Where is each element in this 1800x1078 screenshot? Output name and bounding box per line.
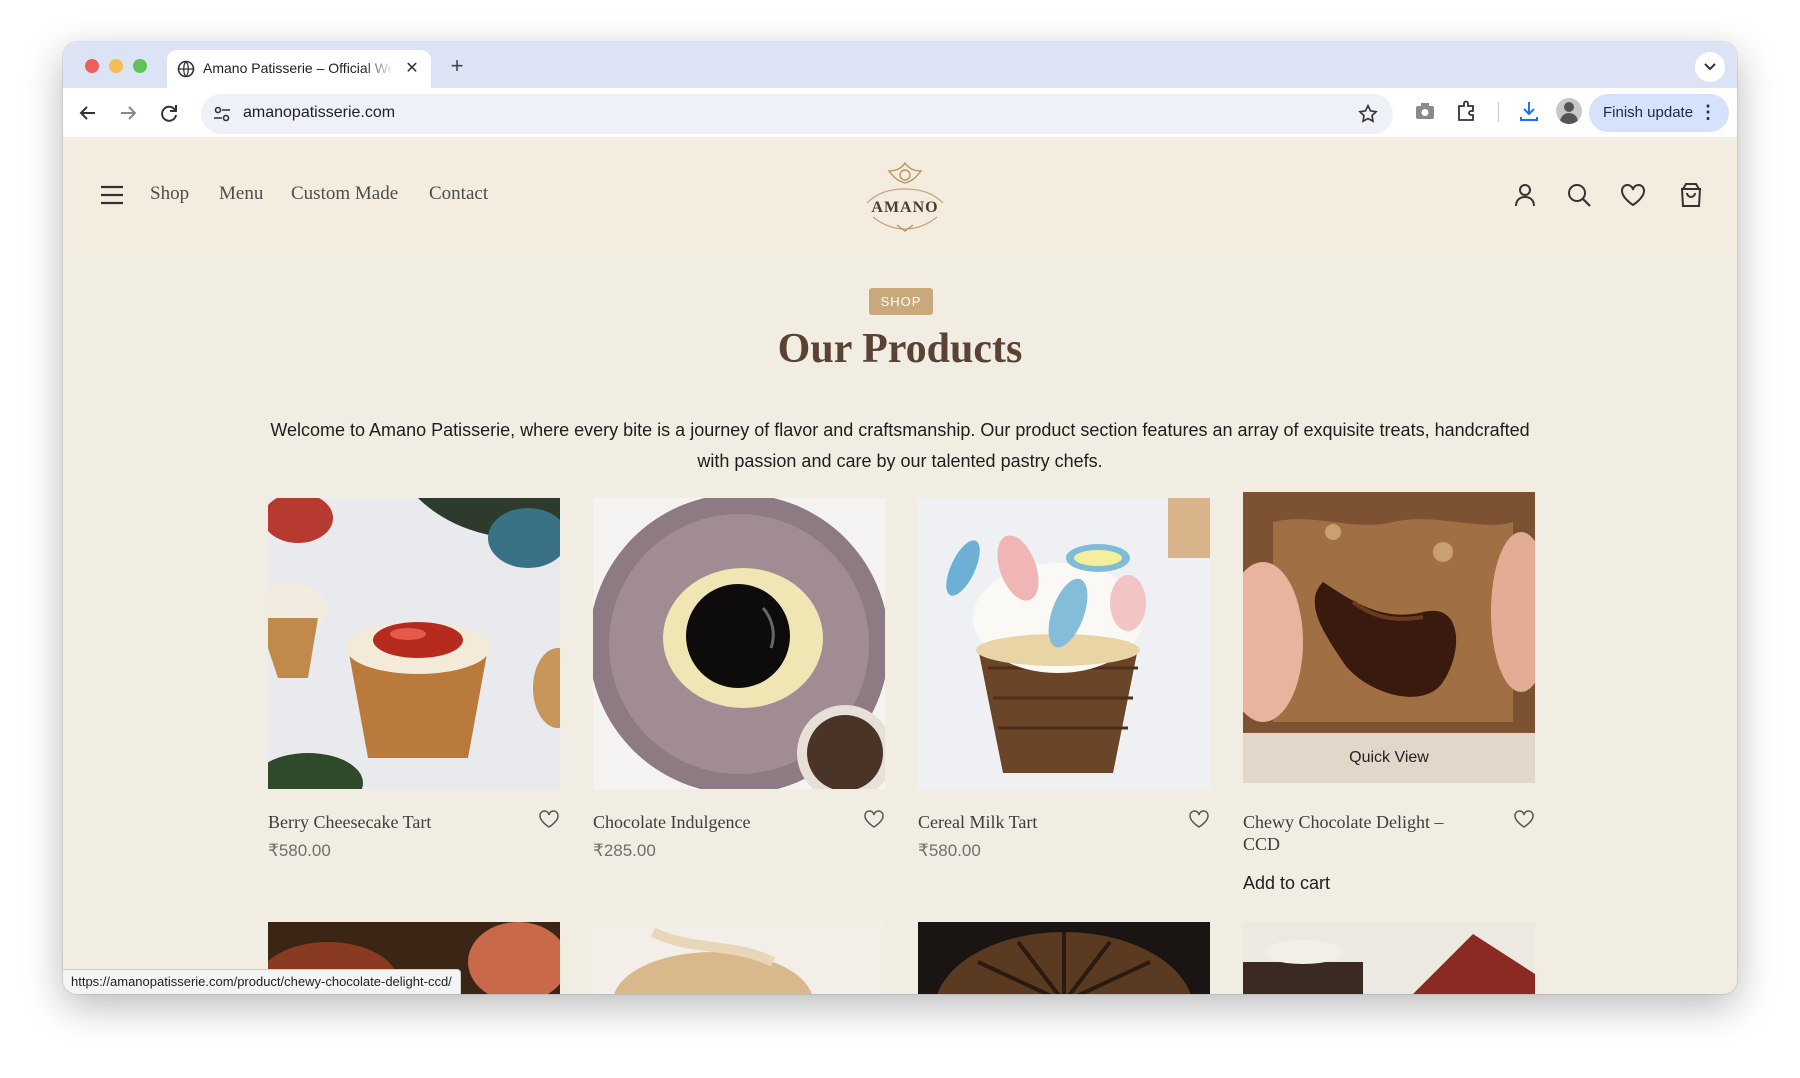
toolbar-divider [1498, 102, 1499, 122]
more-menu-icon: ⋮ [1699, 102, 1717, 122]
wishlist-heart-icon[interactable] [863, 808, 885, 830]
download-icon[interactable] [1516, 98, 1542, 124]
address-bar[interactable]: amanopatisserie.com [201, 94, 1393, 134]
hamburger-menu-icon[interactable] [99, 184, 125, 206]
product-image-berry-cheesecake-tart[interactable] [268, 498, 560, 789]
zoom-window-button[interactable] [133, 59, 147, 73]
search-icon[interactable] [1565, 181, 1593, 209]
new-tab-button[interactable]: + [443, 52, 471, 80]
wishlist-heart-icon[interactable] [1513, 808, 1535, 830]
main-content: SHOP Our Products Welcome to Amano Patis… [63, 255, 1737, 994]
finish-update-label: Finish update [1603, 104, 1694, 121]
product-name[interactable]: Chewy Chocolate Delight – CCD [1243, 811, 1483, 855]
product-card[interactable]: Quick View Chewy Chocolate Delight – CCD… [1243, 492, 1535, 902]
product-card[interactable]: Berry Cheesecake Tart ₹580.00 [268, 498, 560, 878]
extensions-icon[interactable] [1453, 98, 1479, 124]
product-image-chewy-chocolate-delight[interactable]: Quick View [1243, 492, 1535, 783]
wishlist-heart-icon[interactable] [1619, 181, 1647, 209]
logo-text: AMANO [871, 199, 939, 216]
product-card[interactable] [593, 922, 885, 994]
product-name[interactable]: Chocolate Indulgence [593, 811, 833, 833]
add-to-cart-link[interactable]: Add to cart [1243, 873, 1330, 894]
tab-title: Amano Patisserie – Official Website [203, 60, 393, 76]
tab-search-button[interactable] [1695, 52, 1725, 82]
forward-icon[interactable] [113, 98, 143, 128]
tab-strip: Amano Patisserie – Official Website ✕ + [63, 42, 1737, 88]
product-card[interactable]: Cereal Milk Tart ₹580.00 [918, 498, 1210, 878]
product-image[interactable] [918, 922, 1210, 994]
camera-icon[interactable] [1412, 98, 1438, 124]
shopping-bag-icon[interactable] [1677, 181, 1705, 209]
profile-avatar[interactable] [1556, 98, 1582, 124]
nav-contact[interactable]: Contact [429, 183, 488, 205]
back-icon[interactable] [73, 98, 103, 128]
wishlist-heart-icon[interactable] [1188, 808, 1210, 830]
globe-icon [177, 60, 195, 78]
nav-custom-made[interactable]: Custom Made [291, 183, 398, 205]
reload-icon[interactable] [154, 98, 184, 128]
amano-logo[interactable]: AMANO [857, 159, 953, 233]
wishlist-heart-icon[interactable] [538, 808, 560, 830]
page-title: Our Products [777, 326, 1023, 372]
product-card[interactable] [1243, 922, 1535, 994]
product-card[interactable]: Chocolate Indulgence ₹285.00 [593, 498, 885, 878]
link-status-bar: https://amanopatisserie.com/product/chew… [63, 969, 461, 994]
close-window-button[interactable] [85, 59, 99, 73]
chevron-down-icon [1704, 63, 1716, 71]
finish-update-button[interactable]: Finish update ⋮ [1589, 94, 1729, 132]
section-badge: SHOP [869, 288, 933, 315]
product-image[interactable] [593, 922, 885, 994]
site-settings-icon[interactable] [213, 105, 231, 123]
product-name[interactable]: Cereal Milk Tart [918, 811, 1158, 833]
minimize-window-button[interactable] [109, 59, 123, 73]
logo-emblem [866, 161, 944, 232]
intro-text: Welcome to Amano Patisserie, where every… [270, 420, 1530, 471]
tab-close-icon[interactable]: ✕ [401, 58, 423, 80]
browser-tab[interactable]: Amano Patisserie – Official Website ✕ [167, 50, 431, 88]
product-image-chocolate-indulgence[interactable] [593, 498, 885, 789]
site-header: Shop Menu Custom Made Contact AMANO [63, 137, 1737, 255]
quick-view-button[interactable]: Quick View [1243, 733, 1535, 783]
nav-menu[interactable]: Menu [219, 183, 263, 205]
product-image-cereal-milk-tart[interactable] [918, 498, 1210, 789]
browser-window: Amano Patisserie – Official Website ✕ + … [63, 42, 1737, 994]
product-card[interactable] [918, 922, 1210, 994]
account-icon[interactable] [1511, 181, 1539, 209]
product-name[interactable]: Berry Cheesecake Tart [268, 811, 508, 833]
nav-shop[interactable]: Shop [150, 183, 189, 205]
product-price: ₹580.00 [268, 841, 331, 860]
product-price: ₹285.00 [593, 841, 656, 860]
product-image[interactable] [1243, 922, 1535, 994]
product-price: ₹580.00 [918, 841, 981, 860]
bookmark-star-icon[interactable] [1357, 103, 1379, 125]
url-text: amanopatisserie.com [243, 104, 396, 121]
